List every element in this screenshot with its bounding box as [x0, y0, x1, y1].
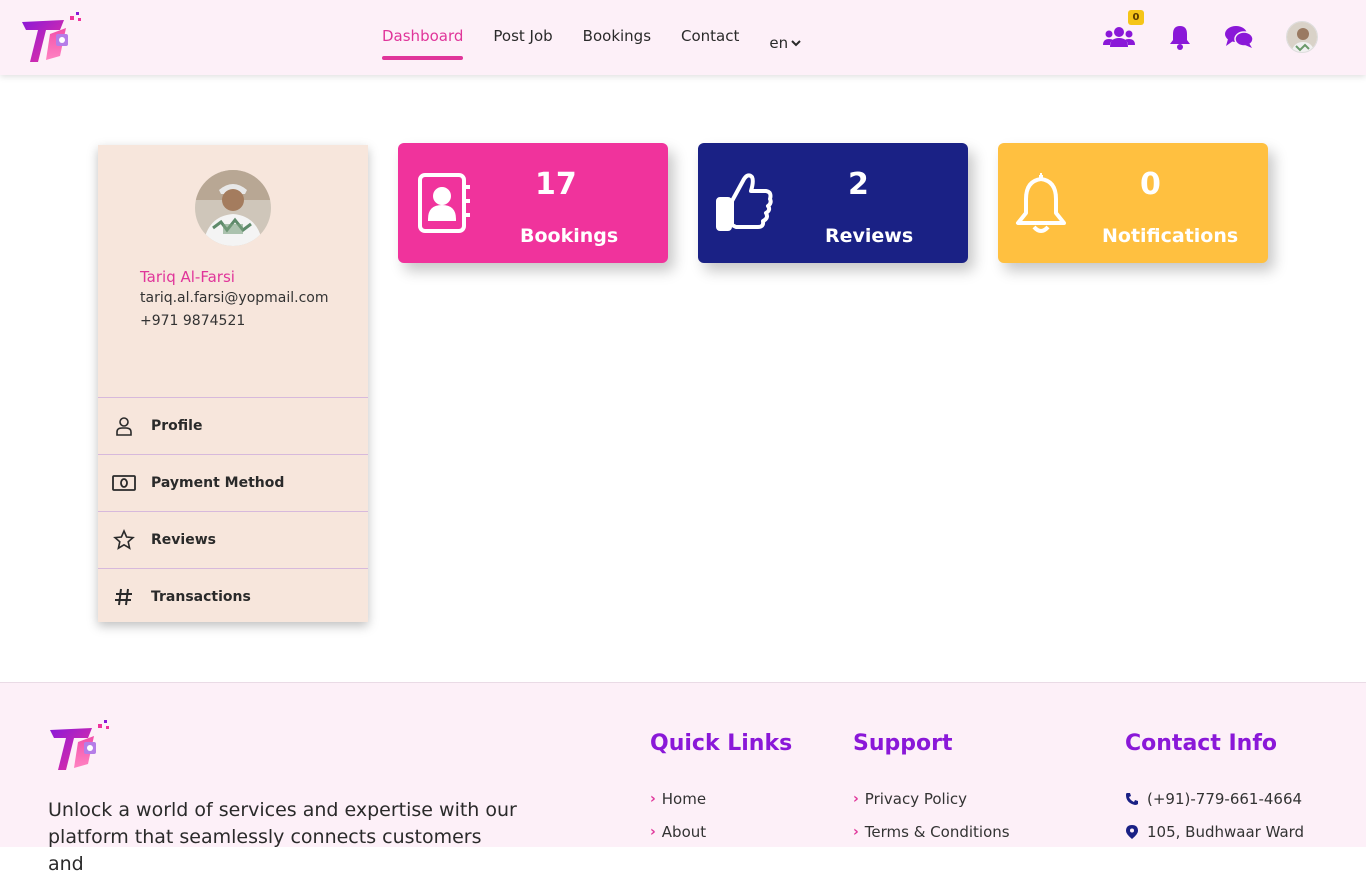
- profile-menu: Profile Payment Method Reviews Transacti…: [98, 397, 368, 625]
- footer-link-label: Terms & Conditions: [864, 823, 1010, 841]
- phone-icon: [1125, 792, 1139, 806]
- menu-item-label: Transactions: [151, 589, 251, 605]
- top-header: Dashboard Post Job Bookings Contact en 0: [0, 0, 1366, 75]
- nav-contact[interactable]: Contact: [681, 26, 739, 60]
- chevron-right-icon: ›: [650, 791, 656, 807]
- menu-item-label: Reviews: [151, 532, 216, 548]
- nav-post-job[interactable]: Post Job: [493, 26, 552, 60]
- footer-link-about[interactable]: › About: [650, 823, 706, 841]
- language-select[interactable]: en: [769, 26, 802, 60]
- menu-item-reviews[interactable]: Reviews: [98, 511, 368, 568]
- map-pin-icon: [1125, 825, 1139, 839]
- footer-link-label: Home: [661, 790, 707, 808]
- contact-phone[interactable]: (+91)-779-661-4664: [1125, 790, 1302, 808]
- nav-dashboard[interactable]: Dashboard: [382, 26, 464, 60]
- chevron-right-icon: ›: [853, 824, 859, 840]
- profile-phone: +971 9874521: [140, 313, 246, 329]
- contact-phone-text: (+91)-779-661-4664: [1147, 790, 1303, 808]
- quick-links-heading: Quick Links: [650, 731, 793, 756]
- profile-card: Tariq Al-Farsi tariq.al.farsi@yopmail.co…: [98, 145, 368, 622]
- menu-item-label: Profile: [151, 418, 203, 434]
- bell-icon[interactable]: [1164, 22, 1196, 52]
- users-icon[interactable]: [1103, 22, 1135, 52]
- footer-link-label: About: [661, 823, 707, 841]
- footer-logo[interactable]: [48, 720, 114, 774]
- chevron-right-icon: ›: [853, 791, 859, 807]
- menu-item-label: Payment Method: [151, 475, 285, 491]
- main-nav: Dashboard Post Job Bookings Contact en: [382, 26, 832, 60]
- stat-value: 17: [535, 167, 577, 202]
- chevron-down-icon: [791, 40, 801, 47]
- stat-label: Notifications: [1102, 225, 1239, 247]
- footer-link-terms[interactable]: › Terms & Conditions: [853, 823, 1010, 841]
- star-icon: [112, 528, 136, 552]
- stat-value: 0: [1140, 167, 1161, 202]
- contact-info-heading: Contact Info: [1125, 731, 1278, 756]
- footer-link-home[interactable]: › Home: [650, 790, 706, 808]
- nav-bookings[interactable]: Bookings: [583, 26, 651, 60]
- menu-item-payment-method[interactable]: Payment Method: [98, 454, 368, 511]
- contact-address-text: 105, Budhwaar Ward: [1147, 823, 1305, 841]
- thumbs-up-icon: [714, 169, 776, 235]
- site-footer: Unlock a world of services and expertise…: [0, 682, 1366, 875]
- bell-icon: [1014, 169, 1076, 235]
- stat-card-reviews[interactable]: 2 Reviews: [698, 143, 968, 263]
- profile-name: Tariq Al-Farsi: [140, 268, 235, 286]
- money-icon: [112, 471, 136, 495]
- stat-value: 2: [848, 167, 869, 202]
- users-badge: 0: [1128, 10, 1144, 25]
- footer-description: Unlock a world of services and expertise…: [48, 799, 517, 875]
- chevron-right-icon: ›: [650, 824, 656, 840]
- menu-item-profile[interactable]: Profile: [98, 397, 368, 454]
- language-value: en: [769, 34, 789, 52]
- stat-label: Bookings: [520, 225, 619, 247]
- footer-link-privacy-policy[interactable]: › Privacy Policy: [853, 790, 967, 808]
- user-avatar[interactable]: [1286, 21, 1318, 53]
- brand-logo[interactable]: [20, 12, 86, 66]
- stat-card-bookings[interactable]: 17 Bookings: [398, 143, 668, 263]
- hash-icon: [112, 585, 136, 609]
- address-book-icon: [414, 169, 476, 235]
- stat-label: Reviews: [825, 225, 914, 247]
- profile-avatar: [195, 170, 271, 246]
- profile-email: tariq.al.farsi@yopmail.com: [140, 290, 329, 306]
- support-heading: Support: [853, 731, 953, 756]
- user-icon: [112, 414, 136, 438]
- stat-card-notifications[interactable]: 0 Notifications: [998, 143, 1268, 263]
- chat-icon[interactable]: [1223, 22, 1255, 52]
- menu-item-transactions[interactable]: Transactions: [98, 568, 368, 625]
- footer-link-label: Privacy Policy: [864, 790, 968, 808]
- contact-address: 105, Budhwaar Ward: [1125, 823, 1304, 841]
